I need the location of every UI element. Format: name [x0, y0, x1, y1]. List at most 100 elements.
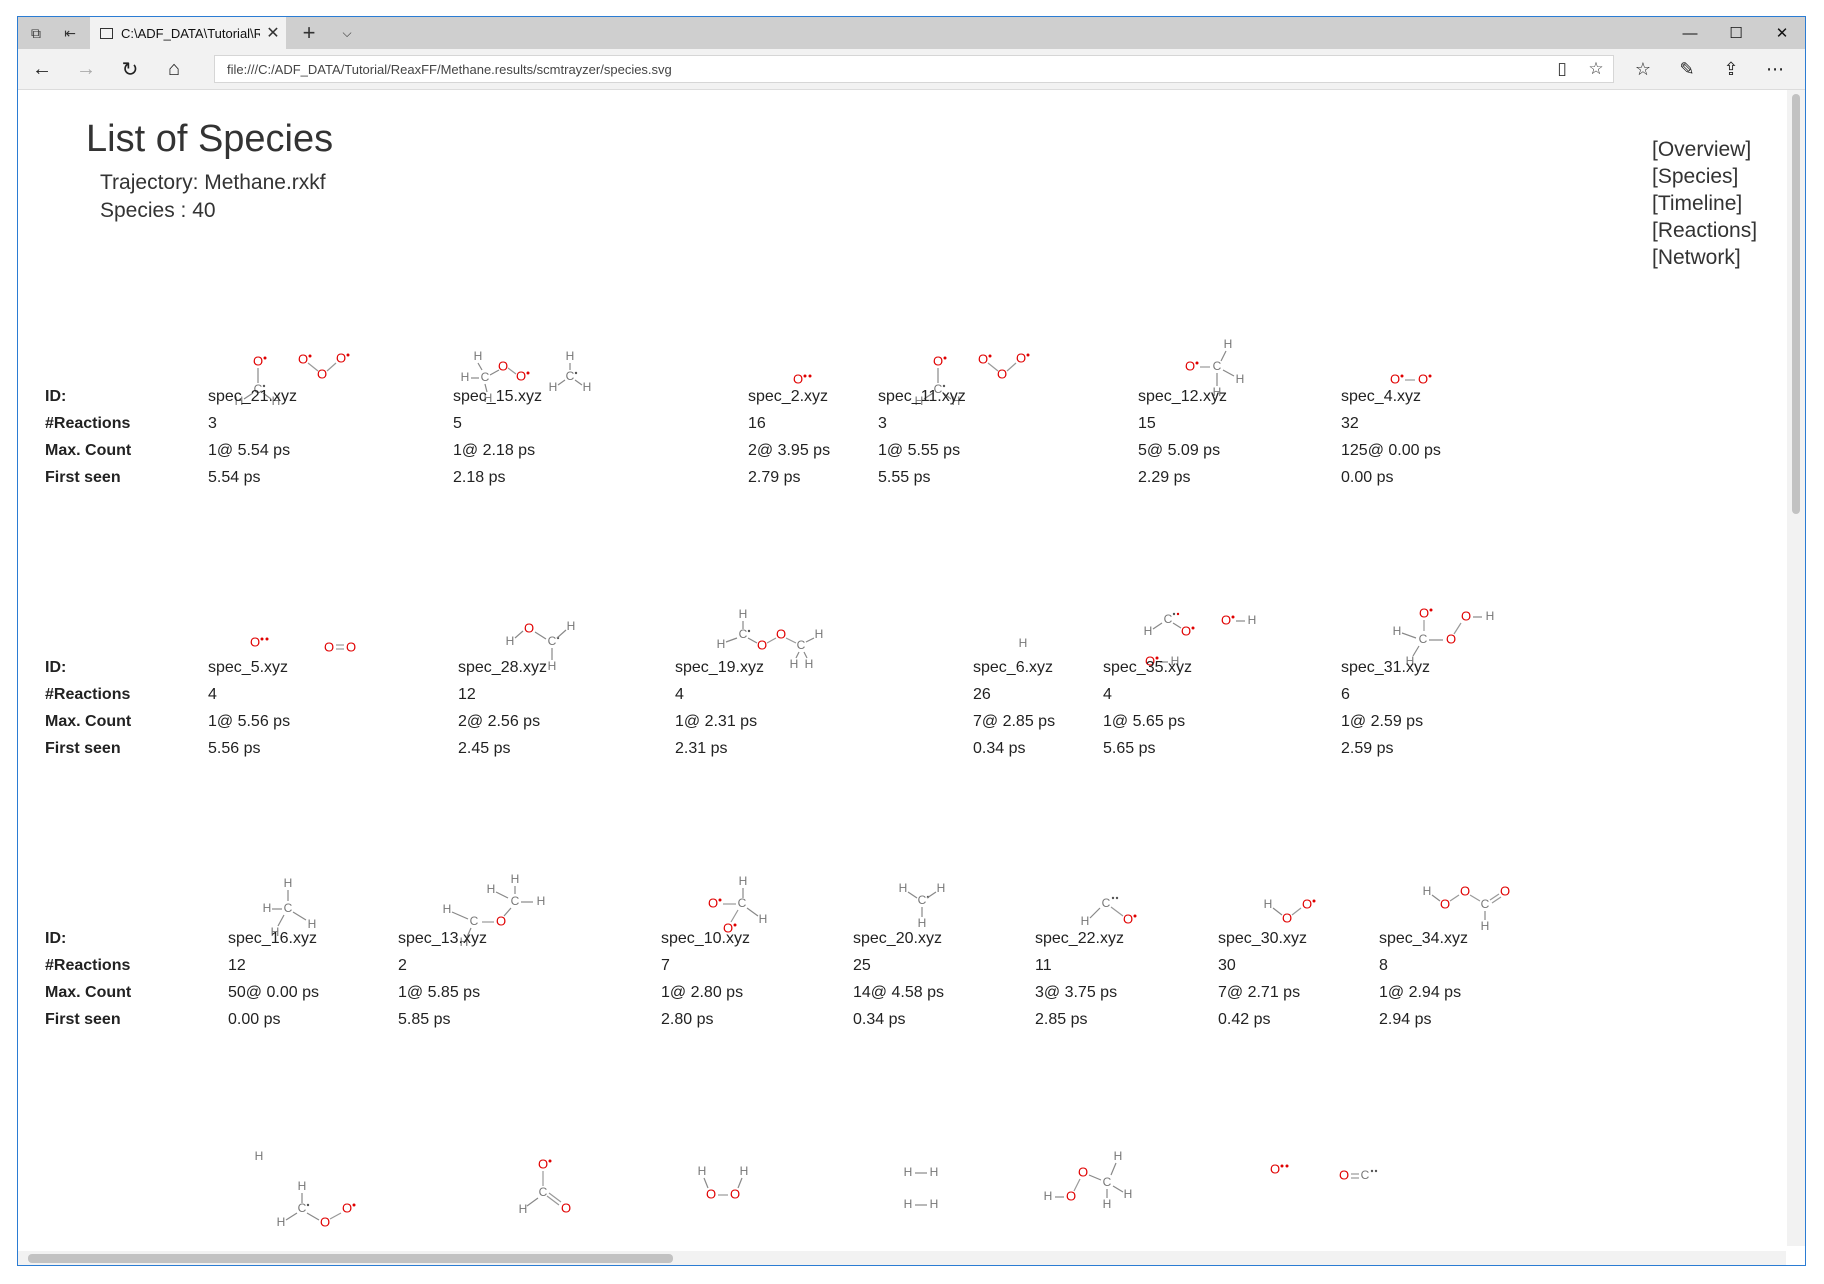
- minimize-icon[interactable]: —: [1667, 17, 1713, 49]
- home-icon[interactable]: ⌂: [154, 49, 194, 89]
- species-max-count: 14@ 4.58 ps: [853, 984, 944, 1001]
- species-first-seen: 0.00 ps: [228, 1011, 281, 1028]
- structure-spec-21: O C HH O O O: [235, 350, 350, 408]
- title-bar: ⧉ ⇤ C:\ADF_DATA\Tutorial\R ✕ + ⌵ — ☐ ✕: [18, 17, 1805, 49]
- species-id[interactable]: spec_28.xyz: [458, 659, 547, 677]
- svg-text:H: H: [918, 916, 927, 930]
- label-max-count: Max. Count: [45, 713, 132, 730]
- label-first-seen: First seen: [45, 740, 121, 757]
- svg-text:H: H: [537, 894, 546, 908]
- new-tab-icon[interactable]: +: [294, 17, 324, 49]
- forward-icon[interactable]: →: [66, 49, 106, 89]
- svg-text:C: C: [1361, 1168, 1370, 1182]
- species-reactions: 2: [398, 957, 407, 974]
- species-max-count: 1@ 2.18 ps: [453, 442, 536, 459]
- svg-text:O: O: [730, 1186, 740, 1201]
- species-id[interactable]: spec_4.xyz: [1341, 388, 1421, 406]
- species-max-count: 1@ 5.56 ps: [208, 713, 291, 730]
- species-reactions: 3: [878, 415, 887, 432]
- structure-spec-31: O H C O O H H: [1393, 605, 1495, 668]
- species-id[interactable]: spec_11.xyz: [878, 388, 966, 406]
- svg-text:O: O: [561, 1200, 571, 1215]
- species-id[interactable]: spec_10.xyz: [661, 930, 750, 948]
- species-id[interactable]: spec_21.xyz: [208, 388, 297, 406]
- link-reactions[interactable]: [Reactions]: [1652, 217, 1757, 244]
- species-id[interactable]: spec_19.xyz: [675, 659, 764, 677]
- address-bar[interactable]: file:///C:/ADF_DATA/Tutorial/ReaxFF/Meth…: [214, 55, 1614, 83]
- species-id[interactable]: spec_5.xyz: [208, 659, 288, 677]
- svg-text:H: H: [263, 901, 272, 915]
- tab-species[interactable]: C:\ADF_DATA\Tutorial\R ✕: [90, 17, 286, 49]
- svg-text:O: O: [324, 639, 334, 654]
- label-id: ID:: [45, 388, 67, 405]
- svg-text:H: H: [937, 881, 946, 895]
- svg-text:O: O: [253, 353, 263, 368]
- species-id[interactable]: spec_2.xyz: [748, 388, 828, 406]
- species-first-seen: 5.56 ps: [208, 740, 261, 757]
- label-reactions: #Reactions: [45, 686, 131, 703]
- structure-spec-next-5: H O C H H O H: [1044, 1149, 1133, 1211]
- chevron-down-icon[interactable]: ⌵: [332, 17, 362, 49]
- svg-text:O: O: [1419, 605, 1429, 620]
- vertical-scroll-thumb[interactable]: [1792, 94, 1800, 514]
- species-reactions: 30: [1218, 957, 1236, 974]
- svg-text:O: O: [1460, 883, 1470, 898]
- species-id[interactable]: spec_20.xyz: [853, 930, 942, 948]
- svg-text:O: O: [776, 626, 786, 641]
- species-reactions: 25: [853, 957, 871, 974]
- link-overview[interactable]: [Overview]: [1652, 136, 1757, 163]
- structure-spec-10: H O C H O: [708, 874, 767, 935]
- species-reactions: 4: [675, 686, 684, 703]
- link-network[interactable]: [Network]: [1652, 244, 1757, 271]
- favorites-icon[interactable]: ☆: [1621, 49, 1665, 89]
- species-max-count: 1@ 5.54 ps: [208, 442, 291, 459]
- structure-spec-next-6: O O C: [1270, 1161, 1378, 1182]
- svg-text:O: O: [1390, 371, 1400, 386]
- svg-text:O: O: [496, 913, 506, 928]
- tab-actions-icon[interactable]: ⧉: [18, 17, 54, 49]
- label-id: ID:: [45, 659, 67, 676]
- svg-text:H: H: [739, 874, 748, 888]
- species-id[interactable]: spec_12.xyz: [1138, 388, 1227, 406]
- structure-spec-next-3: H O O H: [698, 1164, 749, 1201]
- refresh-icon[interactable]: ↻: [110, 49, 150, 89]
- species-id[interactable]: spec_30.xyz: [1218, 930, 1307, 948]
- svg-text:C: C: [1213, 359, 1222, 373]
- horizontal-scroll-thumb[interactable]: [28, 1254, 673, 1263]
- species-first-seen: 0.34 ps: [853, 1011, 906, 1028]
- svg-text:H: H: [1124, 1187, 1133, 1201]
- maximize-icon[interactable]: ☐: [1713, 17, 1759, 49]
- share-icon[interactable]: ⇪: [1709, 49, 1753, 89]
- species-max-count: 1@ 5.55 ps: [878, 442, 961, 459]
- species-id[interactable]: spec_35.xyz: [1103, 659, 1192, 677]
- back-icon[interactable]: ←: [22, 49, 62, 89]
- species-id[interactable]: spec_22.xyz: [1035, 930, 1124, 948]
- label-max-count: Max. Count: [45, 984, 132, 1001]
- species-id[interactable]: spec_6.xyz: [973, 659, 1053, 677]
- species-max-count: 5@ 5.09 ps: [1138, 442, 1221, 459]
- reading-view-icon[interactable]: ▯: [1545, 56, 1579, 82]
- svg-text:H: H: [1224, 337, 1233, 351]
- more-icon[interactable]: ⋯: [1753, 49, 1797, 89]
- horizontal-scrollbar[interactable]: [18, 1251, 1786, 1265]
- vertical-scrollbar[interactable]: [1787, 90, 1805, 1246]
- species-id[interactable]: spec_15.xyz: [453, 388, 542, 406]
- species-id[interactable]: spec_16.xyz: [228, 930, 317, 948]
- species-id[interactable]: spec_13.xyz: [398, 930, 487, 948]
- tab-close-icon[interactable]: ✕: [260, 23, 286, 43]
- svg-text:H: H: [1481, 919, 1490, 933]
- svg-text:H: H: [1144, 624, 1153, 638]
- set-tabs-aside-icon[interactable]: ⇤: [52, 17, 88, 49]
- link-species[interactable]: [Species]: [1652, 163, 1757, 190]
- page-icon: [100, 27, 113, 39]
- pen-icon[interactable]: ✎: [1665, 49, 1709, 89]
- link-timeline[interactable]: [Timeline]: [1652, 190, 1757, 217]
- favorite-star-icon[interactable]: ☆: [1579, 56, 1613, 82]
- species-first-seen: 2.80 ps: [661, 1011, 714, 1028]
- svg-text:H: H: [255, 1149, 264, 1163]
- species-id[interactable]: spec_34.xyz: [1379, 930, 1468, 948]
- species-id[interactable]: spec_31.xyz: [1341, 659, 1430, 677]
- close-icon[interactable]: ✕: [1759, 17, 1805, 49]
- svg-text:C: C: [1481, 897, 1490, 911]
- svg-text:O: O: [978, 351, 988, 366]
